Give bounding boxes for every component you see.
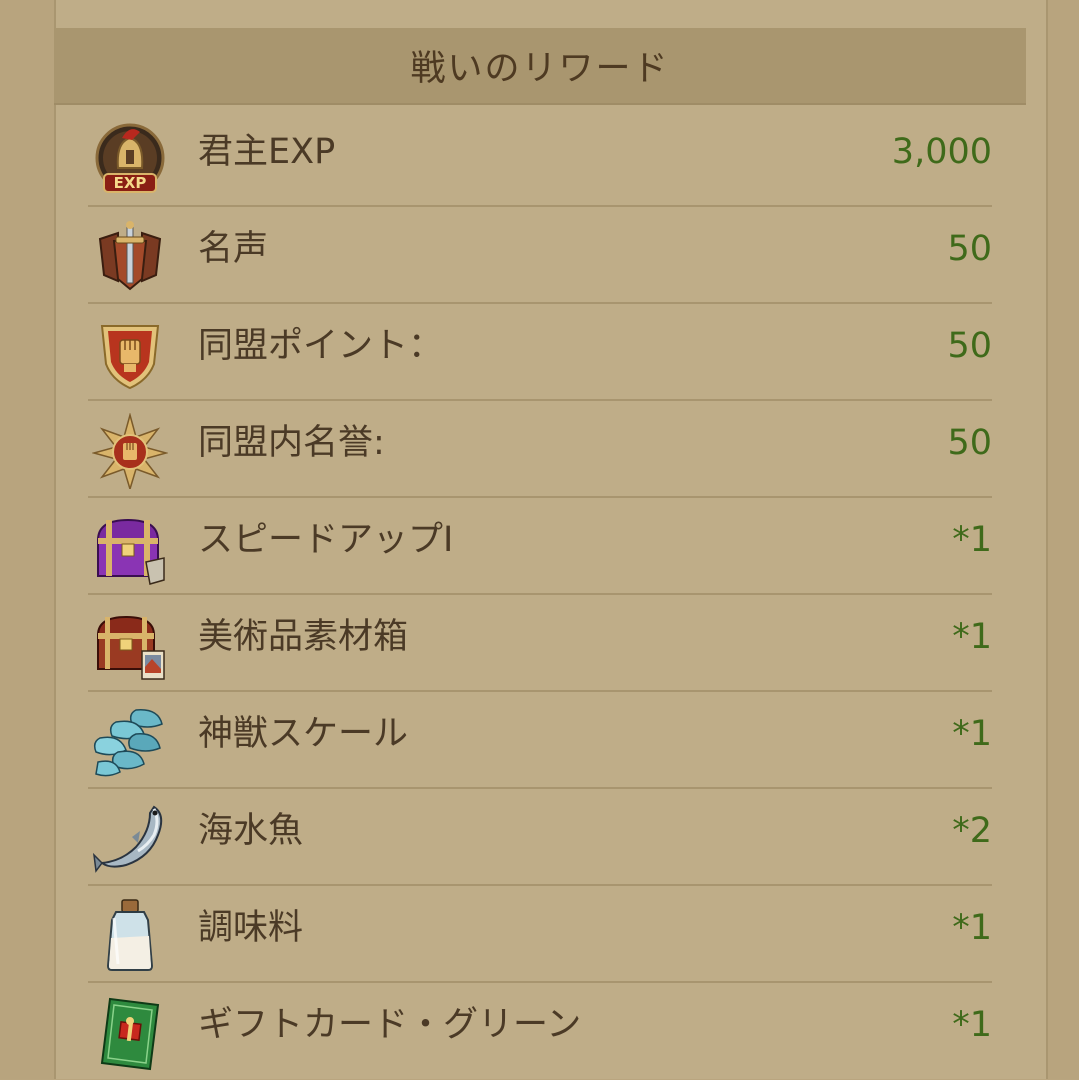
rewards-header: 戦いのリワード [54, 28, 1026, 105]
reward-amount: 50 [947, 423, 992, 463]
list-item: 美術品素材箱 *1 [88, 595, 992, 692]
sword-shield-icon [92, 219, 168, 295]
svg-text:EXP: EXP [114, 174, 147, 192]
list-item: スピードアップI *1 [88, 498, 992, 595]
reward-amount: 3,000 [891, 132, 992, 172]
red-chest-icon [92, 607, 168, 683]
list-item: 海水魚 *2 [88, 789, 992, 886]
list-item: 同盟内名誉: 50 [88, 401, 992, 498]
reward-amount: *1 [952, 908, 992, 948]
reward-label: 名声 [198, 229, 269, 269]
reward-amount: 50 [947, 326, 992, 366]
reward-label: 神獣スケール [198, 714, 409, 754]
reward-label: 同盟内名誉: [198, 423, 385, 463]
list-item: 調味料 *1 [88, 886, 992, 983]
reward-amount: *1 [952, 617, 992, 657]
fist-star-badge-icon [92, 413, 168, 489]
reward-label: 君主EXP [198, 132, 336, 172]
reward-label: 調味料 [198, 908, 304, 948]
reward-amount: *1 [952, 520, 992, 560]
bottle-icon [92, 898, 168, 974]
reward-label: ギフトカード・グリーン [198, 1005, 582, 1045]
reward-label: 同盟ポイント： [198, 326, 444, 366]
exp-helmet-icon: EXP [92, 122, 168, 198]
reward-amount: *2 [952, 811, 992, 851]
page-title: 戦いのリワード [410, 49, 670, 89]
fist-shield-icon [92, 316, 168, 392]
reward-amount: *1 [952, 714, 992, 754]
reward-label: 美術品素材箱 [198, 617, 409, 657]
reward-label: 海水魚 [198, 811, 304, 851]
gift-card-icon [92, 995, 168, 1071]
list-item: 神獣スケール *1 [88, 692, 992, 789]
list-item: EXP 君主EXP 3,000 [88, 110, 992, 207]
list-item: 名声 50 [88, 207, 992, 304]
list-item: 同盟ポイント： 50 [88, 304, 992, 401]
reward-label: スピードアップI [198, 520, 454, 560]
fish-icon [92, 801, 168, 877]
reward-amount: *1 [952, 1005, 992, 1045]
list-item: ギフトカード・グリーン *1 [88, 983, 992, 1080]
scales-icon [92, 704, 168, 780]
rewards-list: EXP 君主EXP 3,000 名声 50 同盟ポイント： 50 同盟内名誉: … [88, 110, 992, 1080]
reward-amount: 50 [947, 229, 992, 269]
purple-chest-icon [92, 510, 168, 586]
